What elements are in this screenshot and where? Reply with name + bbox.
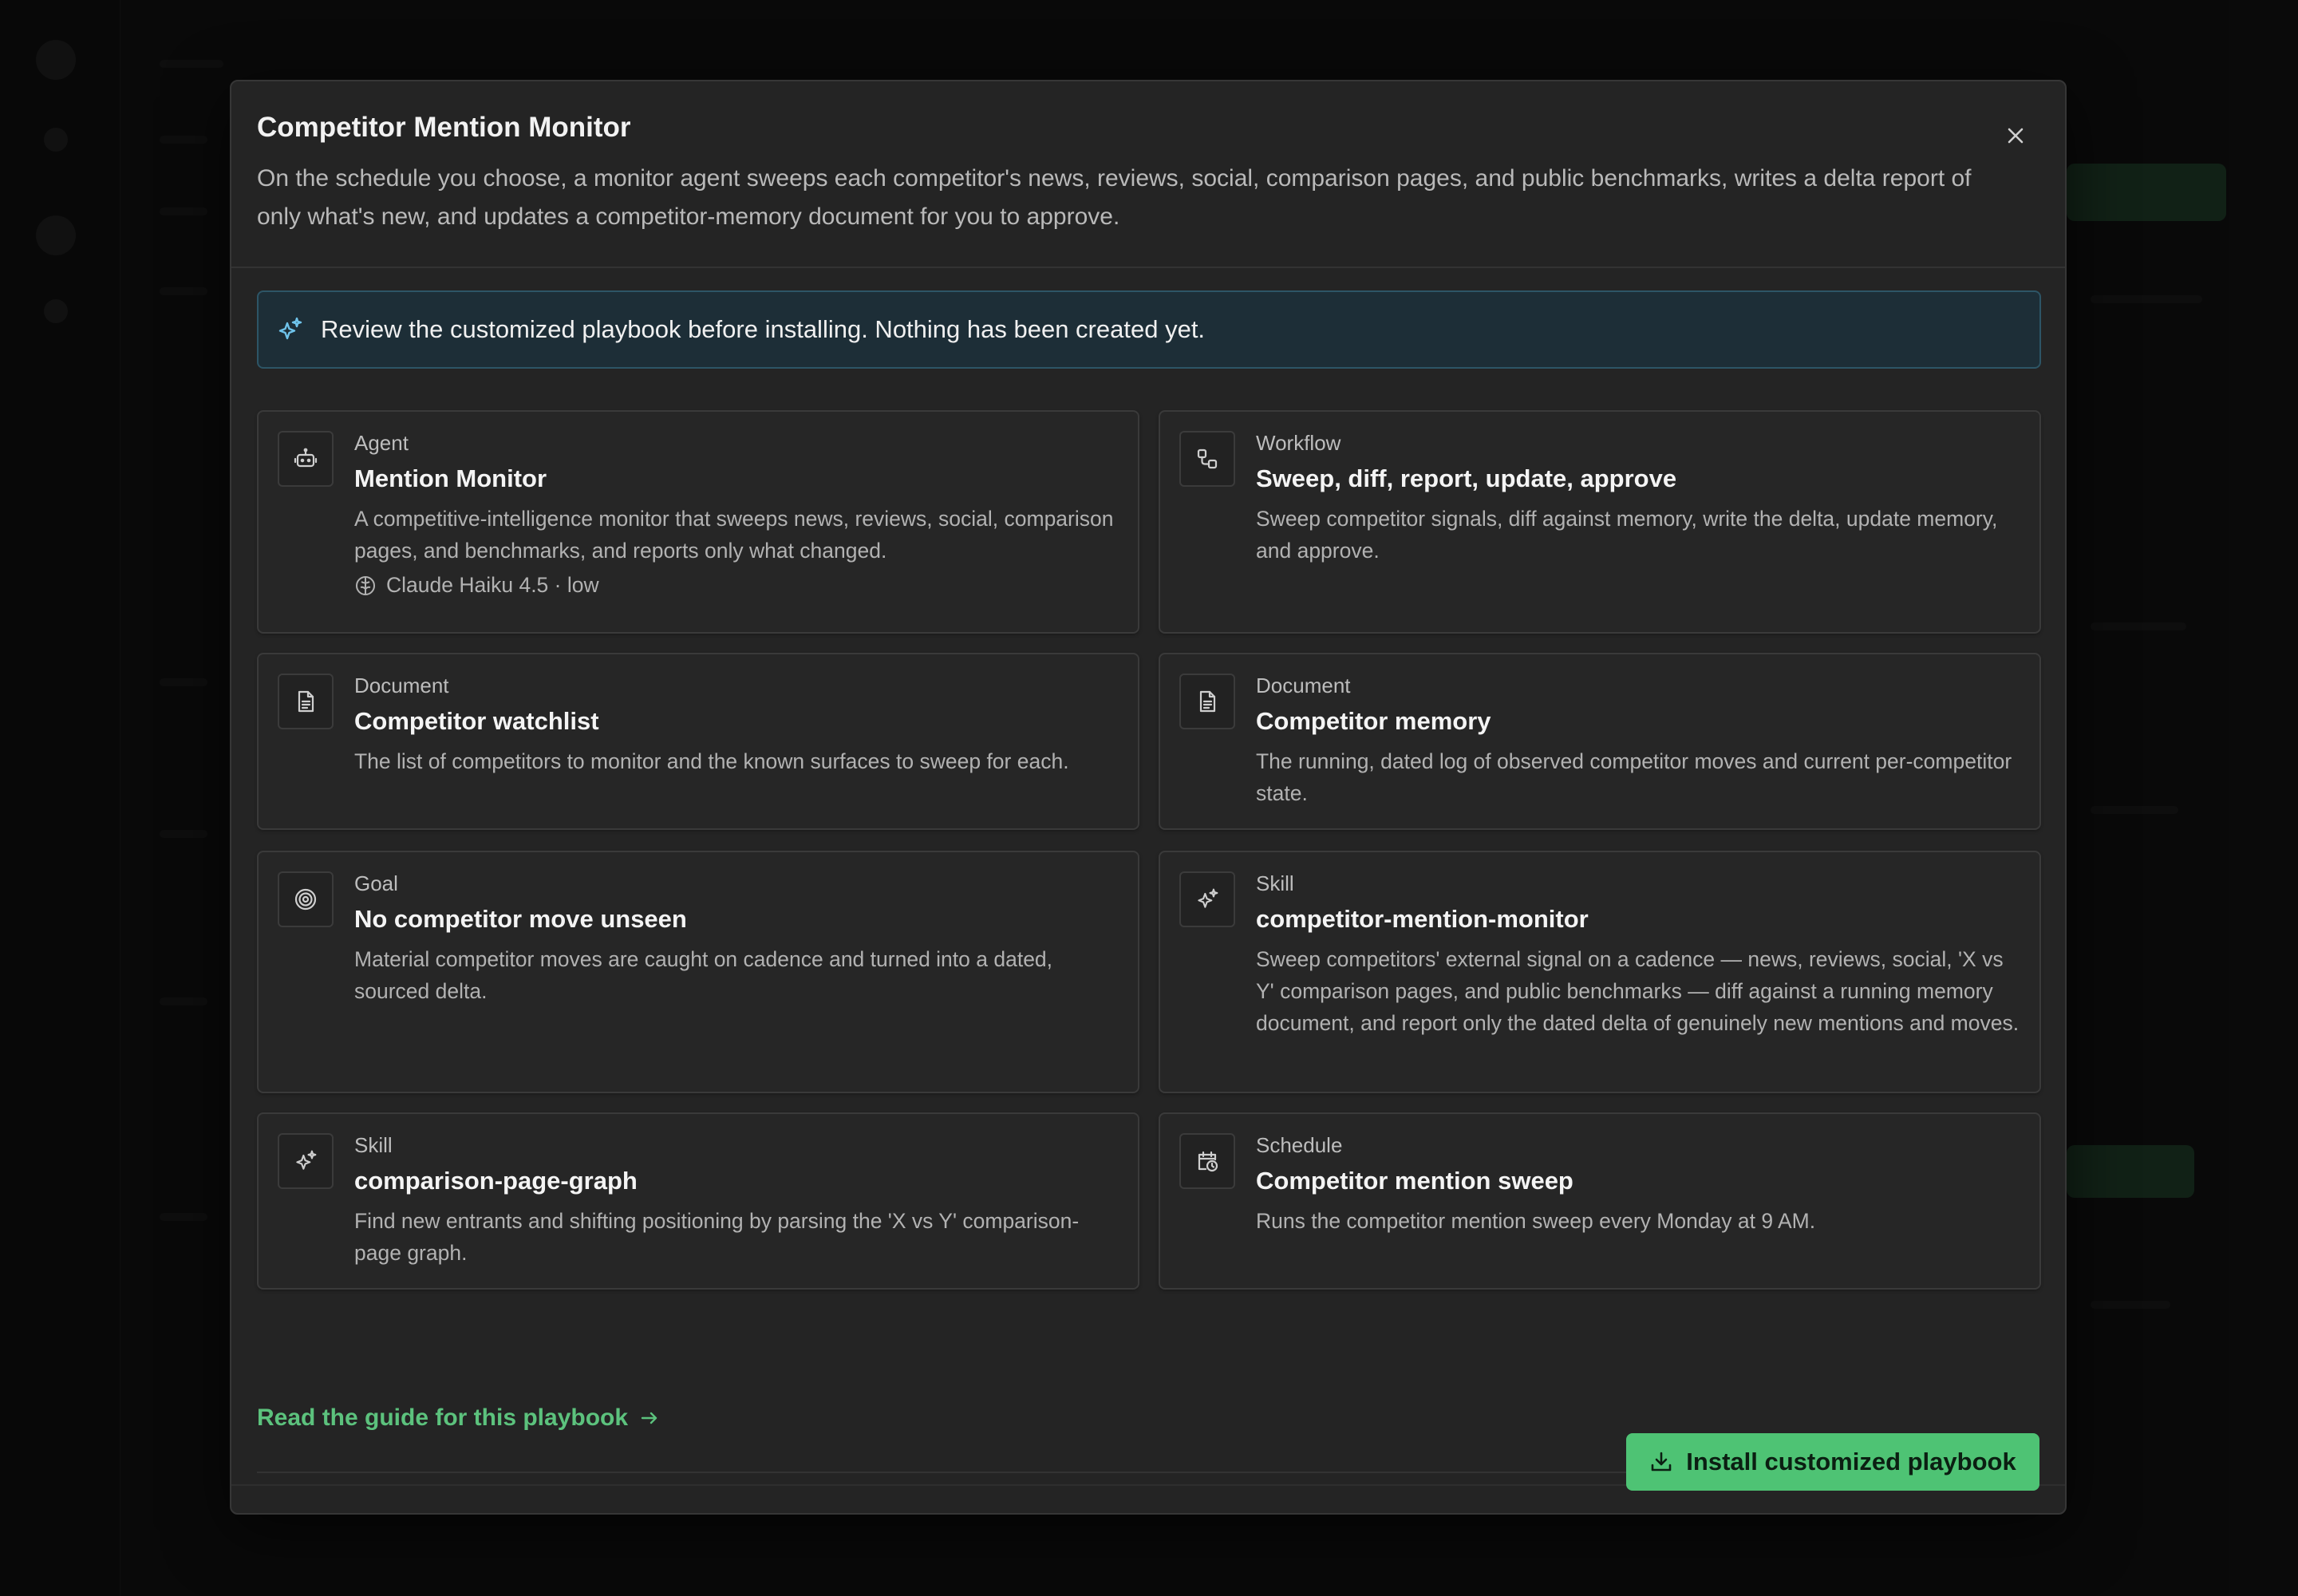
sparkles-icon: [278, 1133, 334, 1189]
playbook-item-workflow[interactable]: Workflow Sweep, diff, report, update, ap…: [1159, 410, 2041, 634]
calendar-clock-icon: [1179, 1133, 1235, 1189]
item-type: Workflow: [1256, 431, 1341, 455]
item-type: Schedule: [1256, 1133, 1343, 1157]
brain-icon: [354, 575, 377, 597]
robot-icon: [278, 431, 334, 487]
playbook-item-skill-mention-monitor[interactable]: Skill competitor-mention-monitor Sweep c…: [1159, 851, 2041, 1093]
close-icon: [2006, 126, 2025, 145]
agent-model-label: Claude Haiku 4.5 · low: [386, 573, 599, 597]
arrow-right-icon: [639, 1408, 660, 1428]
sparkles-icon: [1179, 871, 1235, 927]
workflow-icon: [1179, 431, 1235, 487]
sparkles-icon: [276, 316, 303, 343]
playbook-item-skill-comparison-graph[interactable]: Skill comparison-page-graph Find new ent…: [257, 1112, 1139, 1290]
item-title: Competitor mention sweep: [1256, 1167, 1573, 1195]
playbook-item-document-watchlist[interactable]: Document Competitor watchlist The list o…: [257, 653, 1139, 830]
item-title: comparison-page-graph: [354, 1167, 638, 1195]
document-icon: [278, 674, 334, 729]
agent-model: Claude Haiku 4.5 · low: [354, 573, 599, 598]
item-description: Sweep competitors' external signal on a …: [1256, 947, 2020, 1035]
item-title: competitor-mention-monitor: [1256, 905, 1589, 933]
install-button-label: Install customized playbook: [1686, 1448, 2016, 1476]
item-title: Competitor memory: [1256, 707, 1491, 735]
item-type: Skill: [354, 1133, 393, 1157]
item-description: Material competitor moves are caught on …: [354, 947, 1053, 1003]
item-title: Sweep, diff, report, update, approve: [1256, 464, 1677, 492]
item-type: Goal: [354, 871, 398, 895]
playbook-item-document-memory[interactable]: Document Competitor memory The running, …: [1159, 653, 2041, 830]
item-title: No competitor move unseen: [354, 905, 687, 933]
item-title: Competitor watchlist: [354, 707, 599, 735]
item-type: Document: [1256, 674, 1351, 697]
guide-link-label: Read the guide for this playbook: [257, 1404, 629, 1431]
document-icon: [1179, 674, 1235, 729]
close-button[interactable]: [1998, 118, 2033, 153]
item-type: Document: [354, 674, 449, 697]
playbook-install-modal: Competitor Mention Monitor On the schedu…: [230, 80, 2067, 1515]
modal-header: Competitor Mention Monitor On the schedu…: [231, 81, 2065, 268]
playbook-item-schedule[interactable]: Schedule Competitor mention sweep Runs t…: [1159, 1112, 2041, 1290]
modal-title: Competitor Mention Monitor: [257, 112, 631, 143]
item-description: Sweep competitor signals, diff against m…: [1256, 507, 1998, 563]
item-description: A competitive-intelligence monitor that …: [354, 507, 1114, 563]
item-description: Runs the competitor mention sweep every …: [1256, 1209, 1816, 1233]
item-title: Mention Monitor: [354, 464, 547, 492]
install-playbook-button[interactable]: Install customized playbook: [1626, 1433, 2039, 1491]
review-banner-text: Review the customized playbook before in…: [321, 315, 1206, 343]
playbook-item-agent[interactable]: Agent Mention Monitor A competitive-inte…: [257, 410, 1139, 634]
item-type: Skill: [1256, 871, 1294, 895]
playbook-item-goal[interactable]: Goal No competitor move unseen Material …: [257, 851, 1139, 1093]
download-icon: [1649, 1450, 1673, 1474]
item-description: The running, dated log of observed compe…: [1256, 749, 2012, 805]
item-description: The list of competitors to monitor and t…: [354, 749, 1069, 773]
item-description: Find new entrants and shifting positioni…: [354, 1209, 1080, 1265]
item-type: Agent: [354, 431, 409, 455]
playbook-guide-link[interactable]: Read the guide for this playbook: [257, 1404, 660, 1432]
target-icon: [278, 871, 334, 927]
review-banner: Review the customized playbook before in…: [257, 290, 2041, 369]
modal-description: On the schedule you choose, a monitor ag…: [257, 165, 1972, 230]
